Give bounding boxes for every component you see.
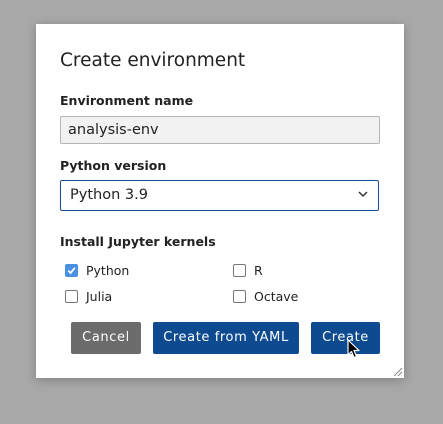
cancel-button[interactable]: Cancel [71,322,141,354]
resize-grip-icon[interactable] [393,367,403,377]
create-environment-dialog: Create environment Environment name anal… [36,24,404,378]
r-checkbox[interactable] [233,264,246,277]
create-button[interactable]: Create [311,322,380,354]
jupyter-kernels-label: Install Jupyter kernels [60,234,216,249]
python-version-select[interactable]: Python 3.9 [60,180,379,211]
checkmark-icon [67,267,76,275]
mouse-pointer-icon [347,339,360,359]
octave-checkbox[interactable] [233,290,246,303]
python-checkbox-label: Python [86,263,130,278]
r-checkbox-label: R [254,263,263,278]
environment-name-label: Environment name [60,93,194,108]
python-version-label: Python version [60,158,167,173]
environment-name-value: analysis-env [68,122,159,138]
python-version-value: Python 3.9 [70,187,148,203]
environment-name-field[interactable]: analysis-env [60,116,380,144]
julia-checkbox-label: Julia [86,289,113,304]
chevron-down-icon [358,191,368,198]
create-from-yaml-button[interactable]: Create from YAML [153,322,299,354]
dialog-title: Create environment [60,50,246,71]
julia-checkbox[interactable] [65,290,78,303]
python-checkbox[interactable] [65,264,78,277]
octave-checkbox-label: Octave [254,289,299,304]
